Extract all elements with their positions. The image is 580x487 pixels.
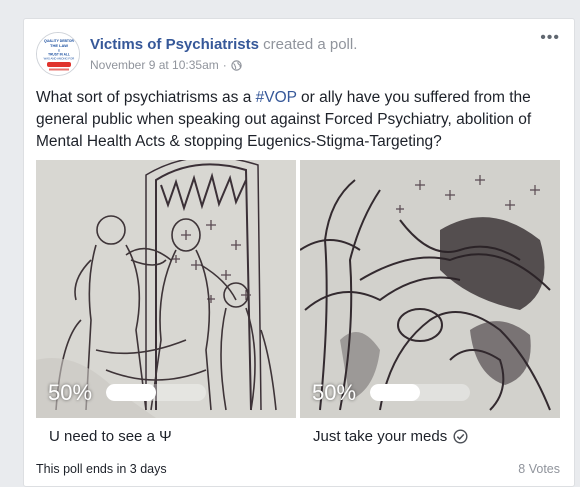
post-header: Victims of Psychiatrists created a poll. — [90, 36, 357, 53]
option-progress-fill — [370, 384, 420, 401]
option-label-text: U need to see a Ψ — [49, 428, 172, 445]
option-progress-bar — [106, 384, 206, 401]
poll-post-card: QUALITY DEBTOR THE LAW & TRUST IN ALL WA… — [23, 18, 575, 487]
post-action-text: created a poll. — [263, 36, 358, 53]
logo-line-2: THE LAW — [50, 43, 68, 48]
poll-option-2[interactable]: 50% Just take your meds — [300, 160, 560, 445]
meta-separator: · — [222, 58, 227, 72]
option-progress-fill — [106, 384, 156, 401]
option-percent: 50% — [312, 380, 357, 405]
poll-option-1[interactable]: 50% U need to see a Ψ — [36, 160, 296, 445]
check-circle-icon — [453, 429, 468, 444]
page-avatar[interactable]: QUALITY DEBTOR THE LAW & TRUST IN ALL WA… — [36, 32, 80, 76]
page-logo-icon: QUALITY DEBTOR THE LAW & TRUST IN ALL WA… — [37, 33, 79, 75]
poll-question: What sort of psychiatrisms as a #VOP or … — [36, 87, 564, 153]
poll-option-image[interactable]: 50% — [300, 160, 560, 418]
post-timestamp[interactable]: November 9 at 10:35am — [90, 58, 219, 72]
page-name-link[interactable]: Victims of Psychiatrists — [90, 36, 259, 53]
option-label-text: Just take your meds — [313, 428, 448, 445]
poll-ends-text: This poll ends in 3 days — [36, 462, 167, 476]
poll-option-label[interactable]: Just take your meds — [300, 428, 560, 445]
question-text-start: What sort of psychiatrisms as a — [36, 89, 256, 106]
option-percent: 50% — [48, 380, 93, 405]
option-progress-bar — [370, 384, 470, 401]
hashtag-link[interactable]: #VOP — [256, 89, 297, 106]
globe-icon[interactable] — [231, 59, 242, 71]
logo-line-5: WAS AND AMONG FOR — [44, 57, 75, 61]
post-meta: November 9 at 10:35am · — [90, 58, 242, 72]
votes-count-link[interactable]: 8 Votes — [518, 462, 560, 476]
ellipsis-icon[interactable]: ••• — [540, 30, 560, 46]
poll-option-image[interactable]: 50% — [36, 160, 296, 418]
poll-option-label[interactable]: U need to see a Ψ — [36, 428, 296, 445]
